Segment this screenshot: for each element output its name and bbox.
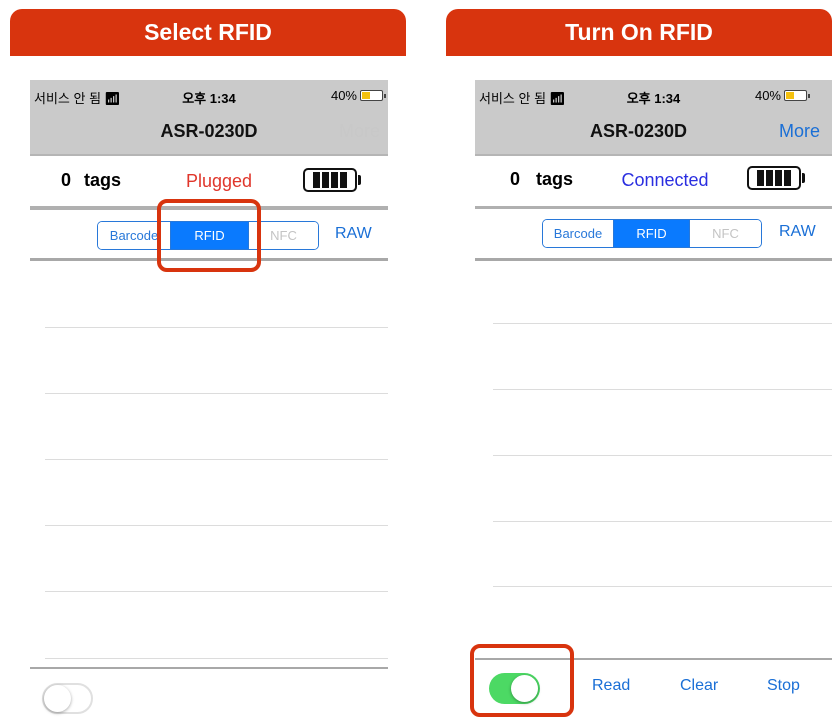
- list-row-separator: [493, 586, 832, 587]
- list-row-separator: [493, 389, 832, 390]
- phone-screen-right: 서비스 안 됨 📶︎ 오후 1:34 40% ASR-0230D More 0 t…: [475, 80, 832, 717]
- status-bar: 서비스 안 됨 📶︎ 오후 1:34 40%: [475, 80, 832, 108]
- mode-segment-row: Barcode RFID NFC RAW: [475, 210, 832, 261]
- list-row-separator: [45, 591, 388, 592]
- list-row-separator: [493, 323, 832, 324]
- rfid-power-toggle[interactable]: [42, 683, 93, 714]
- list-row-separator: [45, 658, 388, 659]
- nav-bar: ASR-0230D More: [30, 108, 388, 156]
- connection-status: Connected: [621, 170, 709, 190]
- status-bar: 서비스 안 됨 📶︎ 오후 1:34 40%: [30, 80, 388, 108]
- step-title-select-rfid: Select RFID: [10, 9, 406, 56]
- stop-button[interactable]: Stop: [767, 677, 800, 695]
- page-title: ASR-0230D: [160, 121, 258, 141]
- list-row-separator: [45, 327, 388, 328]
- device-battery-icon: [303, 168, 357, 192]
- read-button[interactable]: Read: [592, 677, 630, 695]
- list-row-separator: [493, 521, 832, 522]
- status-battery: 40%: [755, 88, 810, 103]
- battery-icon: [784, 90, 807, 101]
- raw-button[interactable]: RAW: [779, 223, 816, 241]
- tag-count: 0: [510, 169, 521, 189]
- list-row-separator: [493, 455, 832, 456]
- tag-count-label: tags: [84, 170, 122, 190]
- phone-screen-left: 서비스 안 됨 📶︎ 오후 1:34 40% ASR-0230D More 0 t…: [30, 80, 388, 717]
- list-row-separator: [45, 393, 388, 394]
- tag-status-row: 0 tags Connected: [475, 156, 832, 209]
- step-title-turn-on-rfid: Turn On RFID: [446, 9, 832, 56]
- device-battery-icon: [747, 166, 801, 190]
- more-button[interactable]: More: [779, 108, 820, 154]
- list-row-separator: [45, 525, 388, 526]
- highlight-box-toggle: [470, 644, 574, 717]
- highlight-box-rfid-segment: [157, 199, 261, 272]
- battery-icon: [360, 90, 383, 101]
- raw-button[interactable]: RAW: [335, 225, 372, 243]
- segment-rfid[interactable]: RFID: [613, 220, 689, 247]
- connection-status: Plugged: [185, 171, 253, 191]
- battery-percent: 40%: [330, 88, 357, 103]
- toggle-knob: [44, 685, 71, 712]
- segment-nfc[interactable]: NFC: [689, 220, 761, 247]
- tag-count-label: tags: [536, 169, 574, 189]
- segment-barcode[interactable]: Barcode: [543, 220, 613, 247]
- more-button[interactable]: More: [339, 108, 380, 154]
- nav-bar: ASR-0230D More: [475, 108, 832, 156]
- mode-segmented-control: Barcode RFID NFC: [542, 219, 762, 248]
- status-battery: 40%: [331, 88, 386, 103]
- page-title: ASR-0230D: [589, 121, 688, 141]
- list-row-separator: [45, 459, 388, 460]
- bottom-toolbar: [30, 667, 388, 717]
- battery-percent: 40%: [754, 88, 781, 103]
- tag-count: 0: [61, 170, 72, 190]
- clear-button[interactable]: Clear: [680, 677, 718, 695]
